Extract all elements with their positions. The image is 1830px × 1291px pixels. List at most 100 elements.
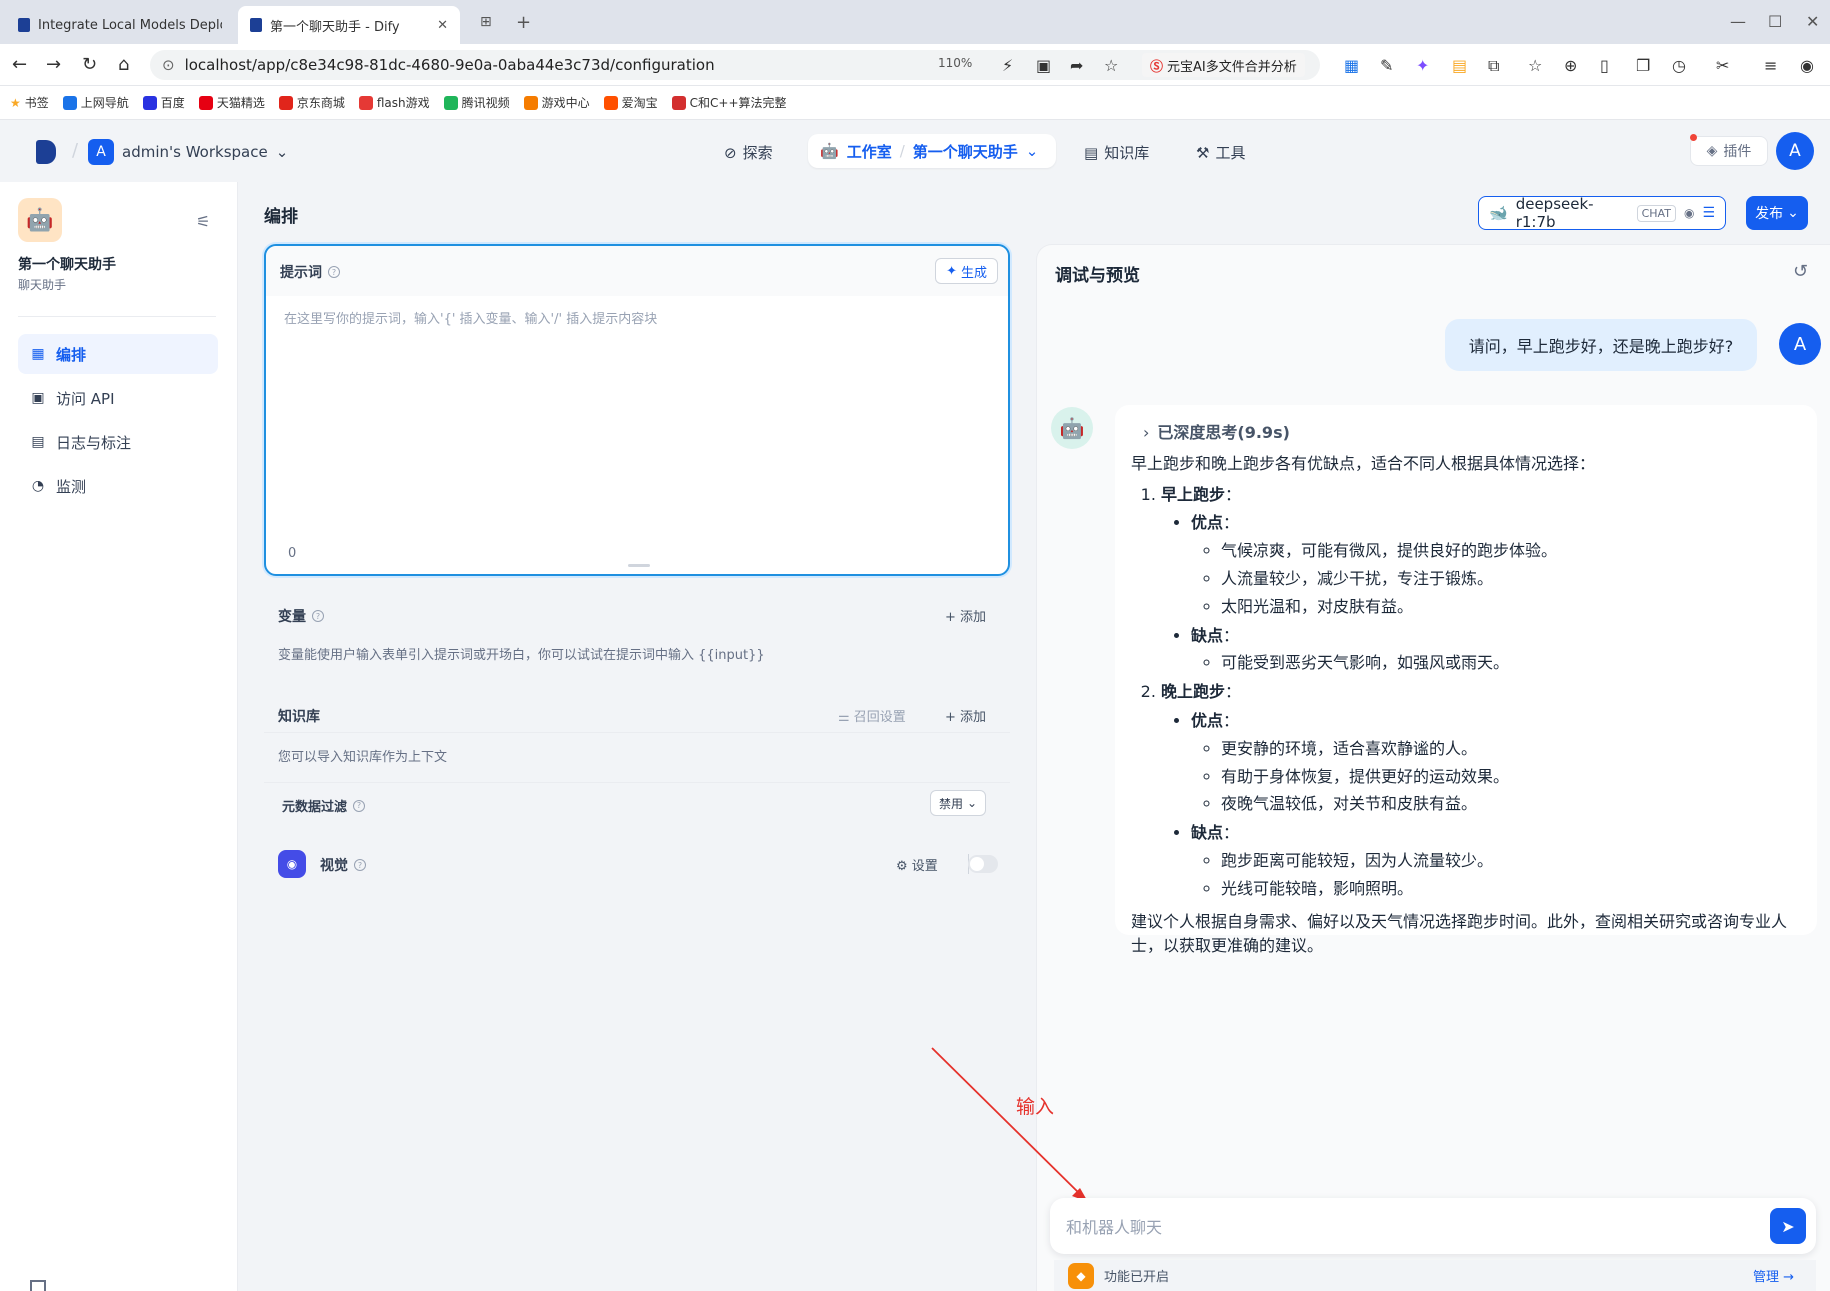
current-app-selector[interactable]: 第一个聊天助手	[913, 141, 1018, 162]
prompt-input[interactable]: 在这里写你的提示词，输入'{' 插入变量、输入'/' 插入提示内容块	[284, 308, 657, 327]
user-avatar: A	[1779, 323, 1821, 365]
star-icon[interactable]: ☆	[1104, 56, 1118, 75]
cut-icon[interactable]: ✂	[1716, 56, 1729, 75]
share-icon[interactable]: ➦	[1070, 56, 1083, 75]
maximize-icon[interactable]: ☐	[1768, 12, 1782, 31]
user-message: 请问，早上跑步好，还是晚上跑步好?	[1445, 319, 1757, 371]
bookmark-item[interactable]: flash游戏	[358, 94, 430, 111]
features-status: 功能已开启	[1104, 1270, 1170, 1285]
send-button[interactable]: ➤	[1770, 1208, 1806, 1244]
nav-tools[interactable]: ⚒ 工具	[1196, 142, 1245, 163]
sidebar-item-monitor[interactable]: ◔ 监测	[18, 466, 218, 506]
profile-icon[interactable]: ◉	[1800, 56, 1814, 75]
help-icon[interactable]: ?	[312, 610, 324, 622]
back-icon[interactable]: ←	[12, 54, 27, 75]
file-list-icon: ▤	[31, 434, 45, 450]
bookmark-item[interactable]: ★ 书签	[10, 94, 49, 111]
refresh-icon[interactable]: ↺	[1793, 261, 1808, 282]
c-book-icon	[671, 95, 686, 110]
zoom-level[interactable]: 110%	[938, 56, 972, 70]
browser-tab[interactable]: Integrate Local Models Deploye	[6, 6, 234, 44]
help-icon[interactable]: ?	[354, 859, 366, 871]
sidebar-collapse-icon[interactable]: ⚟	[196, 212, 210, 231]
add-variable-button[interactable]: + 添加	[945, 606, 986, 625]
vision-section: ◉ 视觉 ? ⚙ 设置	[264, 838, 1010, 890]
resize-handle[interactable]	[628, 564, 650, 567]
folder-icon[interactable]: ▤	[1452, 56, 1467, 75]
reader-icon[interactable]: ▣	[1036, 56, 1051, 75]
bolt-icon[interactable]: ⚡	[1002, 56, 1013, 75]
translate-icon[interactable]: ▦	[1344, 56, 1359, 75]
download-icon[interactable]: ⊕	[1564, 56, 1577, 75]
vision-toggle[interactable]	[968, 855, 998, 873]
workspace-switcher[interactable]: A admin's Workspace ⌄	[88, 139, 288, 165]
list-item: 气候凉爽，可能有微风，提供良好的跑步体验。	[1221, 539, 1801, 564]
close-window-icon[interactable]: ✕	[1806, 12, 1819, 31]
sparkle-icon[interactable]: ✦	[1416, 56, 1429, 75]
bookmark-item[interactable]: 游戏中心	[523, 94, 590, 111]
chat-input[interactable]: 和机器人聊天 ➤	[1050, 1198, 1816, 1254]
history-icon[interactable]: ◷	[1672, 56, 1686, 75]
yuanbao-extension[interactable]: Ⓢ 元宝AI多文件合并分析	[1142, 53, 1305, 77]
plus-icon: +	[944, 610, 956, 625]
dashboard-icon: ◔	[31, 478, 45, 494]
bookmark-item[interactable]: 天猫精选	[198, 94, 265, 111]
eye-icon: ◉	[1683, 206, 1695, 220]
nav-knowledge[interactable]: ▤ 知识库	[1084, 142, 1149, 163]
divider	[264, 732, 1010, 733]
bookmark-item[interactable]: 爱淘宝	[603, 94, 658, 111]
plugins-button[interactable]: ◈ 插件	[1690, 136, 1768, 166]
bookmark-item[interactable]: 百度	[142, 94, 185, 111]
tab-grid-icon[interactable]: ⊞	[480, 14, 492, 30]
sidebar-item-logs[interactable]: ▤ 日志与标注	[18, 422, 218, 462]
bookmark-item[interactable]: 京东商城	[278, 94, 345, 111]
add-knowledge-button[interactable]: + 添加	[945, 706, 986, 725]
generate-prompt-button[interactable]: ✦ 生成	[935, 258, 998, 284]
search-icon: ⊙	[162, 56, 175, 74]
menu-icon[interactable]: ≡	[1764, 56, 1777, 75]
favorites-icon[interactable]: ☆	[1528, 56, 1542, 75]
forward-icon[interactable]: →	[46, 54, 61, 75]
bookmark-item[interactable]: C和C++算法完整	[671, 94, 787, 111]
feature-icon: ◆	[1068, 1262, 1094, 1289]
user-avatar[interactable]: A	[1776, 132, 1814, 170]
puzzle-icon[interactable]: ⧉	[1488, 56, 1499, 76]
close-tab-icon[interactable]: ✕	[437, 18, 448, 33]
model-settings-icon[interactable]: ☰	[1702, 205, 1715, 221]
debug-title: 调试与预览	[1055, 266, 1140, 286]
sidebar-item-orchestrate[interactable]: ▦ 编排	[18, 334, 218, 374]
phone-icon[interactable]: ▯	[1600, 56, 1609, 75]
bookmark-item[interactable]: 上网导航	[62, 94, 129, 111]
sidebar-item-api[interactable]: ▣ 访问 API	[18, 378, 218, 418]
dify-logo-icon[interactable]	[36, 140, 56, 164]
home-icon[interactable]: ⌂	[118, 54, 129, 75]
recall-settings-button[interactable]: ⚌ 召回设置	[838, 706, 906, 725]
yuanbao-icon: Ⓢ	[1150, 59, 1164, 75]
nav-explore[interactable]: ⊘ 探索	[724, 142, 773, 163]
url-text: localhost/app/c8e34c98-81dc-4680-9e0a-0a…	[184, 56, 715, 74]
bookmark-item[interactable]: 腾讯视频	[443, 94, 510, 111]
prompt-char-count: 0	[288, 546, 297, 561]
chevron-down-icon: ⌄	[1025, 142, 1039, 160]
baidu-icon	[142, 95, 157, 110]
new-tab-icon[interactable]: +	[516, 12, 531, 33]
publish-button[interactable]: 发布 ⌄	[1746, 196, 1808, 230]
thinking-toggle[interactable]: › 已深度思考(9.9s)	[1143, 421, 1801, 446]
metadata-filter-select[interactable]: 禁用 ⌄	[930, 790, 987, 816]
list-item: 光线可能较暗，影响照明。	[1221, 877, 1801, 902]
nav-studio[interactable]: 🤖 工作室 / 第一个聊天助手 ⌄	[808, 134, 1056, 168]
help-icon[interactable]: ?	[328, 266, 340, 278]
copy-icon[interactable]: ❐	[1636, 56, 1650, 75]
list-item: 晚上跑步： 优点： 更安静的环境，适合喜欢静谧的人。 有助于身体恢复，提供更好的…	[1161, 680, 1801, 901]
reload-icon[interactable]: ↻	[82, 54, 97, 75]
vision-settings-button[interactable]: ⚙ 设置	[896, 855, 938, 874]
list-item: 更安静的环境，适合喜欢静谧的人。	[1221, 737, 1801, 762]
expand-sidebar-icon[interactable]	[30, 1280, 46, 1291]
model-selector[interactable]: 🐋 deepseek-r1:7b CHAT ◉ ☰	[1478, 195, 1726, 231]
minimize-icon[interactable]: —	[1730, 12, 1746, 31]
pen-icon[interactable]: ✎	[1380, 56, 1393, 75]
bot-message: › 已深度思考(9.9s) 早上跑步和晚上跑步各有优缺点，适合不同人根据具体情况选…	[1115, 405, 1817, 955]
manage-features-link[interactable]: 管理 →	[1753, 1266, 1794, 1285]
browser-tab-active[interactable]: 第一个聊天助手 - Dify ✕	[238, 6, 460, 44]
help-icon[interactable]: ?	[353, 799, 366, 812]
